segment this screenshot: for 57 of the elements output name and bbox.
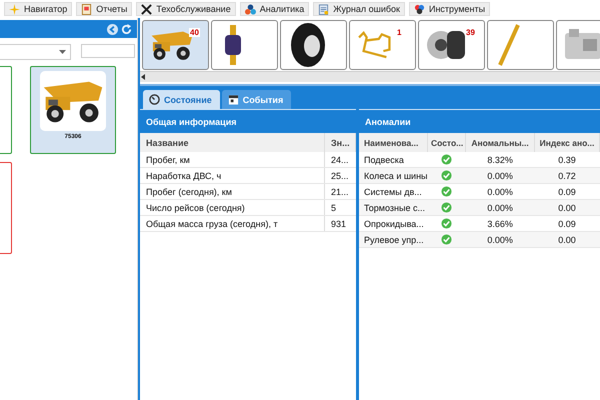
table-cell: 0.00% (466, 232, 535, 248)
table-cell: Рулевое упр... (359, 232, 428, 248)
clipboard-icon (318, 4, 330, 14)
star-icon (9, 4, 20, 14)
document-icon (81, 4, 92, 14)
table-cell: Число рейсов (сегодня) (140, 200, 324, 216)
toolbar-button[interactable]: Аналитика (240, 2, 310, 16)
toolbar-button[interactable]: Навигатор (4, 2, 72, 16)
component-thumbnail[interactable]: 39 (418, 20, 485, 70)
panel-title: Общая информация (140, 109, 356, 133)
caret-icon (59, 50, 66, 54)
column-header[interactable]: Зн... (324, 133, 356, 152)
column-header[interactable]: Состо... (427, 133, 466, 152)
horizontal-scrollbar[interactable] (140, 71, 600, 82)
component-thumbnail[interactable] (280, 20, 347, 70)
table-cell: Пробег (сегодня), км (140, 184, 324, 200)
gauge-icon (149, 94, 160, 105)
component-thumbnail[interactable]: 1 (349, 20, 416, 70)
toolbar-button[interactable]: Инструменты (408, 2, 490, 16)
table-cell: 0.00% (466, 200, 535, 216)
column-header[interactable]: Аномальны... (466, 133, 535, 152)
search-field[interactable] (81, 44, 135, 58)
table-cell: 931 (324, 216, 356, 232)
count-label: 40 (189, 28, 200, 37)
tools-icon (141, 4, 152, 14)
table-cell: 21... (324, 184, 356, 200)
column-header[interactable]: Индекс ано... (534, 133, 600, 152)
table-cell: 25... (324, 168, 356, 184)
scroll-left-icon[interactable] (140, 74, 146, 80)
table-cell: 0.00 (534, 232, 600, 248)
table-cell: Общая масса груза (сегодня), т (140, 216, 324, 232)
tab[interactable]: Состояние (143, 90, 220, 109)
table-cell: 5 (324, 200, 356, 216)
table-cell: Наработка ДВС, ч (140, 168, 324, 184)
table-cell: 0.00% (466, 168, 535, 184)
table-cell: Пробег, км (140, 152, 324, 168)
table-cell: Тормозные с... (359, 200, 428, 216)
toolbar-button[interactable]: Журнал ошибок (313, 2, 405, 16)
toolbar-button[interactable]: Техобслуживание (136, 2, 236, 16)
component-thumbnail[interactable] (211, 20, 278, 70)
column-header[interactable]: Наименова... (359, 133, 428, 152)
column-header[interactable]: Название (140, 133, 324, 152)
component-thumbnail[interactable]: 40 (142, 20, 209, 70)
count-label: 1 (396, 28, 402, 37)
table-cell: 0.72 (534, 168, 600, 184)
back-icon[interactable] (107, 24, 118, 34)
panel-title: Аномалии (359, 109, 600, 133)
toolbar-button[interactable]: Отчеты (76, 2, 132, 16)
calendar-icon (228, 94, 239, 105)
table-cell: 24... (324, 152, 356, 168)
table-cell: Колеса и шины (359, 168, 428, 184)
refresh-icon[interactable] (121, 24, 132, 34)
table-cell: 0.00 (534, 200, 600, 216)
palette-icon (414, 4, 425, 14)
circles-icon (244, 4, 256, 14)
count-label: 39 (465, 28, 476, 37)
component-thumbnail[interactable] (487, 20, 554, 70)
